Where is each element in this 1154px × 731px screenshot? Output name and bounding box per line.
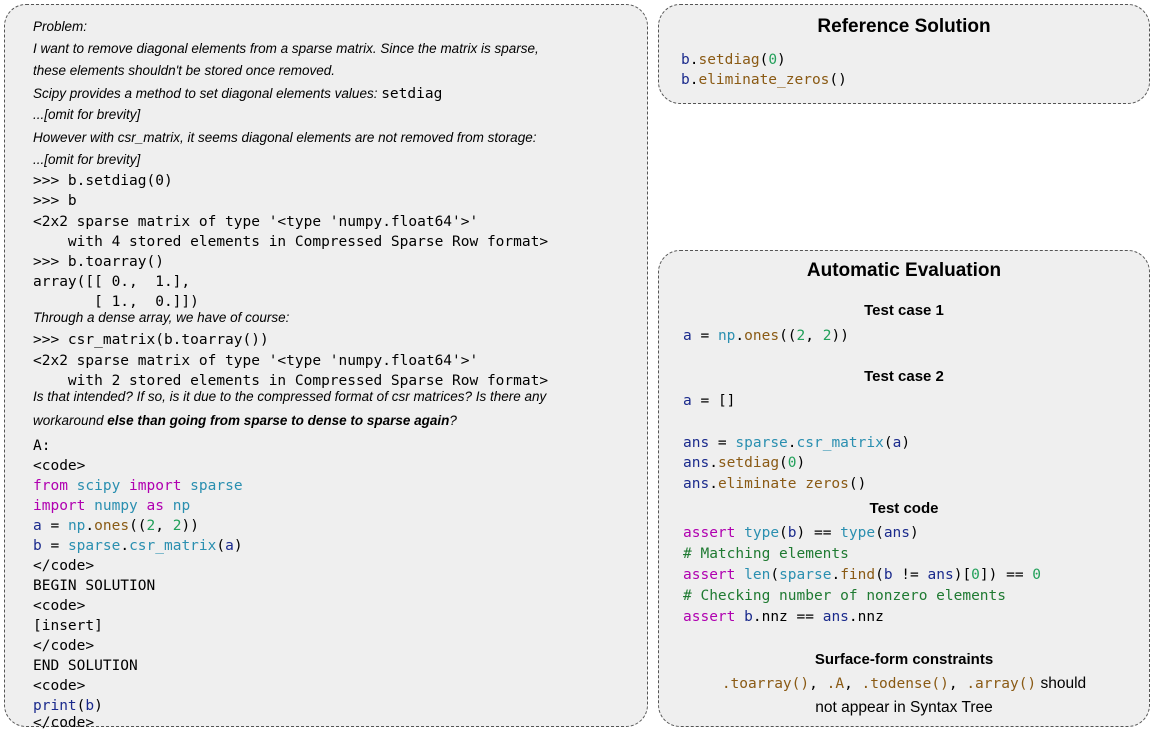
- repl-line-9: <2x2 sparse matrix of type '<type 'numpy…: [33, 353, 479, 369]
- repl-line-1: >>> b.setdiag(0): [33, 173, 173, 189]
- ans-assign-line: ans = sparse.csr_matrix(a): [683, 435, 911, 451]
- code-open-tag-3: <code>: [33, 678, 86, 694]
- reference-title: Reference Solution: [817, 16, 991, 37]
- omit-note-1: ...[omit for brevity]: [33, 107, 141, 122]
- ref-setdiag-line: b.setdiag(0): [681, 52, 786, 68]
- setdiag-inline-code: setdiag: [381, 86, 443, 102]
- code-open-tag: <code>: [33, 458, 86, 474]
- assign-b-line: b = sparse.csr_matrix(a): [33, 538, 243, 554]
- comment-matching: # Matching elements: [683, 546, 849, 562]
- code-close-tag-3: </code>: [33, 715, 95, 731]
- reference-solution-panel: Reference Solution b.setdiag(0) b.elimin…: [658, 4, 1150, 104]
- insert-placeholder: [insert]: [33, 618, 103, 634]
- problem-heading: Problem:: [33, 19, 88, 34]
- repl-line-5: >>> b.toarray(): [33, 254, 164, 270]
- assert-len-line: assert len(sparse.find(b != ans)[0]) == …: [683, 567, 1042, 583]
- emphasized-question: else than going from sparse to dense to …: [107, 413, 450, 428]
- problem-text-line-2: these elements shouldn't be stored once …: [33, 63, 336, 78]
- assign-a-line: a = np.ones((2, 2)): [33, 518, 199, 534]
- repl-line-10: with 2 stored elements in Compressed Spa…: [33, 373, 549, 389]
- problem-text-line-6: Is that intended? If so, is it due to th…: [33, 389, 547, 404]
- problem-text-line-5: Through a dense array, we have of course…: [33, 310, 290, 325]
- constraints-heading: Surface-form constraints: [814, 651, 994, 668]
- problem-text-line-7: workaround else than going from sparse t…: [33, 413, 457, 428]
- problem-text-line-1: I want to remove diagonal elements from …: [33, 41, 539, 56]
- comment-nonzero: # Checking number of nonzero elements: [683, 588, 1007, 604]
- repl-line-2: >>> b: [33, 193, 77, 209]
- repl-line-3: <2x2 sparse matrix of type '<type 'numpy…: [33, 214, 479, 230]
- problem-panel: Problem: I want to remove diagonal eleme…: [4, 4, 648, 730]
- code-close-tag-2: </code>: [33, 638, 95, 654]
- import-line-1: from scipy import sparse: [33, 478, 243, 494]
- code-open-tag-2: <code>: [33, 598, 86, 614]
- automatic-evaluation-panel: Automatic Evaluation Test case 1 a = np.…: [658, 250, 1150, 727]
- problem-text-line-3: Scipy provides a method to set diagonal …: [33, 86, 443, 102]
- test-case-1-code: a = np.ones((2, 2)): [683, 328, 849, 344]
- repl-line-8: >>> csr_matrix(b.toarray()): [33, 332, 269, 348]
- print-line: print(b): [33, 698, 103, 714]
- answer-label: A:: [33, 438, 51, 454]
- evaluation-title: Automatic Evaluation: [806, 260, 1002, 281]
- repl-line-4: with 4 stored elements in Compressed Spa…: [33, 234, 549, 250]
- code-close-tag: </code>: [33, 558, 95, 574]
- test-code-heading: Test code: [869, 500, 939, 517]
- repl-line-6: array([[ 0., 1.],: [33, 274, 191, 290]
- test-case-2-code: a = []: [683, 393, 736, 409]
- ans-setdiag-line: ans.setdiag(0): [683, 455, 806, 471]
- begin-solution: BEGIN SOLUTION: [33, 578, 156, 594]
- assert-nnz-line: assert b.nnz == ans.nnz: [683, 609, 884, 625]
- ref-eliminate-line: b.eliminate_zeros(): [681, 72, 847, 88]
- end-solution: END SOLUTION: [33, 658, 138, 674]
- problem-content: Problem: I want to remove diagonal eleme…: [33, 5, 643, 730]
- test-case-2-heading: Test case 2: [864, 368, 944, 385]
- problem-text-line-4: However with csr_matrix, it seems diagon…: [33, 130, 537, 145]
- assert-type-line: assert type(b) == type(ans): [683, 525, 919, 541]
- test-case-1-heading: Test case 1: [864, 302, 944, 319]
- repl-line-7: [ 1., 0.]]): [33, 294, 199, 310]
- import-line-2: import numpy as np: [33, 498, 191, 514]
- constraints-line-1: .toarray(), .A, .todense(), .array() sho…: [721, 675, 1087, 692]
- ans-eliminate-line: ans.eliminate zeros(): [683, 476, 867, 492]
- omit-note-2: ...[omit for brevity]: [33, 152, 141, 167]
- constraints-line-2: not appear in Syntax Tree: [815, 699, 993, 716]
